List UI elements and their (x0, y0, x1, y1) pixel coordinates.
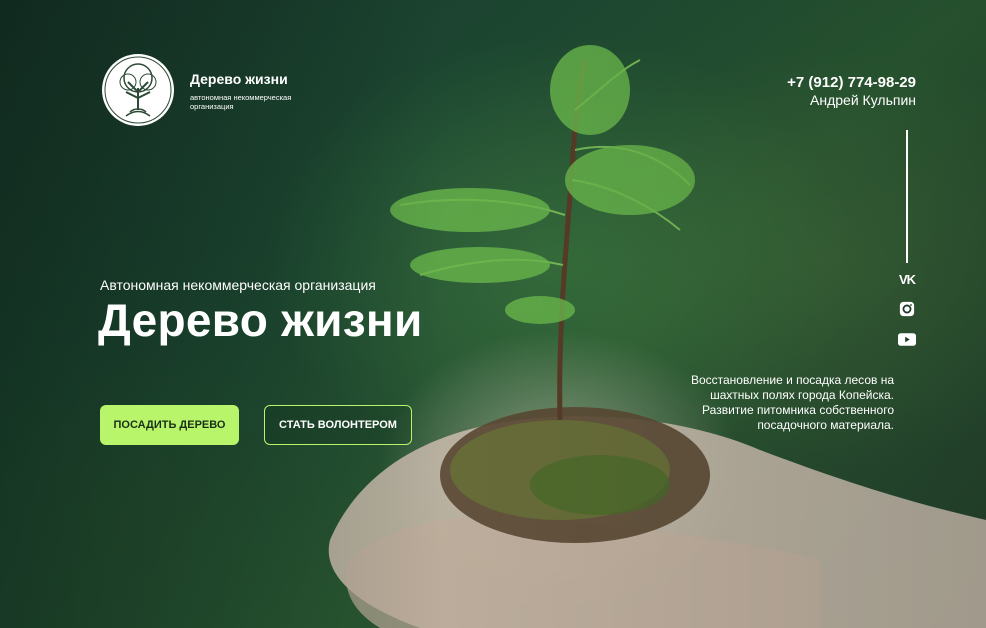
youtube-icon[interactable] (896, 329, 918, 349)
plant-tree-button[interactable]: ПОСАДИТЬ ДЕРЕВО (100, 405, 239, 445)
hero-title: Дерево жизни (98, 294, 423, 346)
phone-link[interactable]: +7 (912) 774-98-29 (787, 74, 916, 91)
become-volunteer-button[interactable]: СТАТЬ ВОЛОНТЕРОМ (264, 405, 412, 445)
brand-name: Дерево жизни (190, 71, 288, 87)
hero-section: Дерево жизни автономная некоммерческая о… (0, 0, 986, 628)
contact-name: Андрей Кульпин (810, 92, 916, 108)
instagram-icon[interactable] (896, 299, 918, 319)
social-divider-line (906, 130, 908, 263)
brand-subtitle: автономная некоммерческая организация (190, 93, 292, 111)
hero-description: Восстановление и посадка лесов на шахтны… (690, 373, 894, 432)
vk-icon[interactable]: VK (896, 269, 918, 289)
org-type-label: Автономная некоммерческая организация (100, 277, 376, 293)
tree-of-life-logo[interactable] (100, 52, 176, 128)
